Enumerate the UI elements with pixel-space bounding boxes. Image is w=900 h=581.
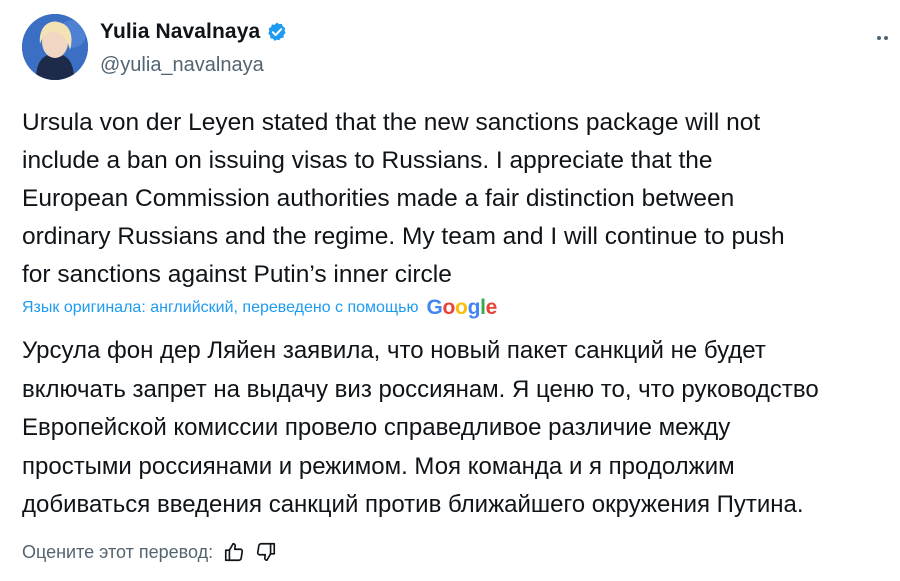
avatar-image (22, 14, 88, 80)
google-logo: Google (426, 296, 498, 319)
verified-badge-icon (268, 22, 286, 41)
tweet-header: Yulia Navalnaya @yulia_navalnaya (22, 14, 900, 84)
avatar[interactable] (22, 14, 88, 80)
translated-text: Урсула фон дер Ляйен заявила, что новый … (22, 337, 819, 518)
more-options-icon[interactable] (868, 24, 896, 52)
thumbs-down-icon[interactable] (255, 541, 277, 563)
thumbs-up-icon[interactable] (223, 541, 245, 563)
translation-attribution[interactable]: Язык оригинала: английский, переведено с… (22, 296, 497, 320)
tweet-text: Ursula von der Leyen stated that the new… (22, 109, 785, 288)
display-name[interactable]: Yulia Navalnaya (100, 20, 260, 44)
translation-note-text: Язык оригинала: английский, переведено с… (22, 299, 419, 316)
rate-translation: Оцените этот перевод: (22, 541, 277, 563)
rate-translation-label: Оцените этот перевод: (22, 541, 214, 562)
user-handle[interactable]: @yulia_navalnaya (100, 54, 264, 77)
